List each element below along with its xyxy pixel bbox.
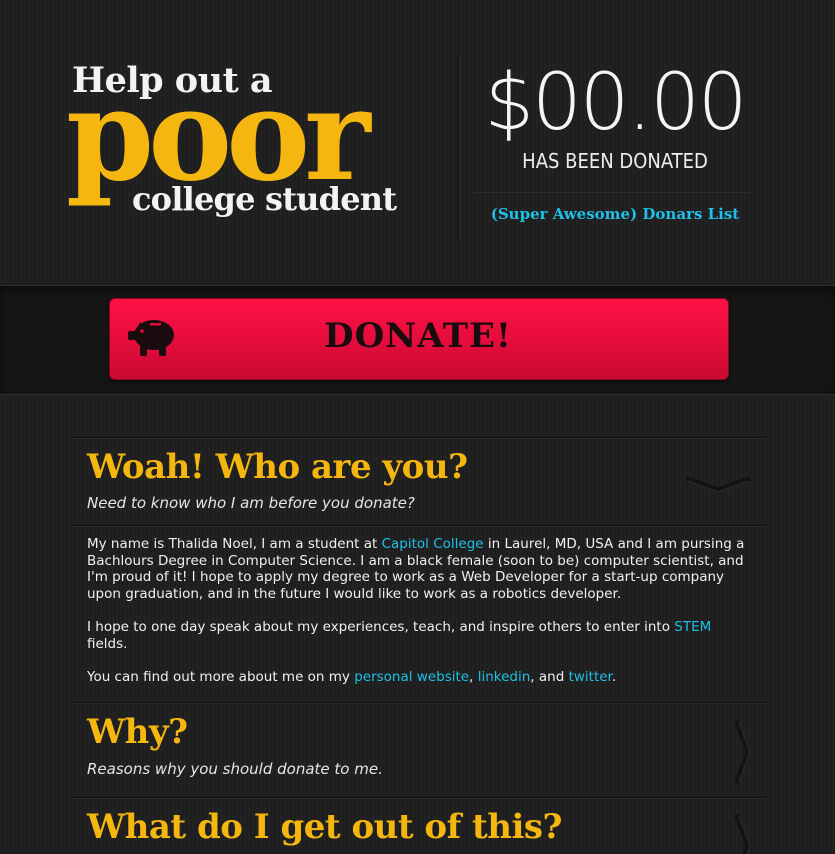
section-divider bbox=[72, 525, 766, 526]
stem-link[interactable]: STEM bbox=[674, 619, 711, 635]
chevron-right-icon bbox=[734, 720, 751, 784]
personal-website-link[interactable]: personal website bbox=[354, 669, 469, 685]
section-what-title: What do I get out of this? bbox=[87, 807, 562, 847]
amount-divider bbox=[473, 192, 751, 193]
donors-list-link[interactable]: (Super Awesome) Donars List bbox=[470, 205, 760, 223]
about-text: . bbox=[611, 669, 617, 685]
about-text: I hope to one day speak about my experie… bbox=[87, 619, 675, 635]
chevron-down-icon bbox=[686, 476, 750, 493]
about-paragraph-2: I hope to one day speak about my experie… bbox=[87, 619, 752, 652]
about-text: , and bbox=[530, 669, 569, 685]
about-body: My name is Thalida Noel, I am a student … bbox=[87, 536, 752, 703]
section-who-subtitle: Need to know who I am before you donate? bbox=[87, 494, 415, 512]
about-text: My name is Thalida Noel, I am a student … bbox=[87, 536, 382, 552]
capitol-college-link[interactable]: Capitol College bbox=[382, 536, 484, 552]
donation-amount: $00.00 bbox=[484, 58, 748, 148]
twitter-link[interactable]: twitter bbox=[569, 669, 612, 685]
header: Help out a poor college student $00.00 H… bbox=[0, 0, 835, 285]
chevron-right-icon bbox=[734, 814, 751, 854]
section-why-title: Why? bbox=[87, 712, 188, 752]
about-text: fields. bbox=[87, 635, 128, 652]
section-why-subtitle: Reasons why you should donate to me. bbox=[87, 760, 383, 778]
about-paragraph-1: My name is Thalida Noel, I am a student … bbox=[87, 536, 752, 602]
donate-label: DONATE! bbox=[324, 316, 512, 356]
donation-amount-caption: HAS BEEN DONATED bbox=[522, 149, 708, 173]
about-text: You can find out more about me on my bbox=[87, 669, 355, 685]
header-divider bbox=[457, 55, 459, 240]
linkedin-link[interactable]: linkedin bbox=[478, 669, 531, 685]
title-line-college-student: college student bbox=[132, 180, 397, 218]
about-paragraph-3: You can find out more about me on my per… bbox=[87, 669, 752, 686]
about-text: , bbox=[469, 669, 478, 685]
section-who-title: Woah! Who are you? bbox=[87, 447, 468, 487]
